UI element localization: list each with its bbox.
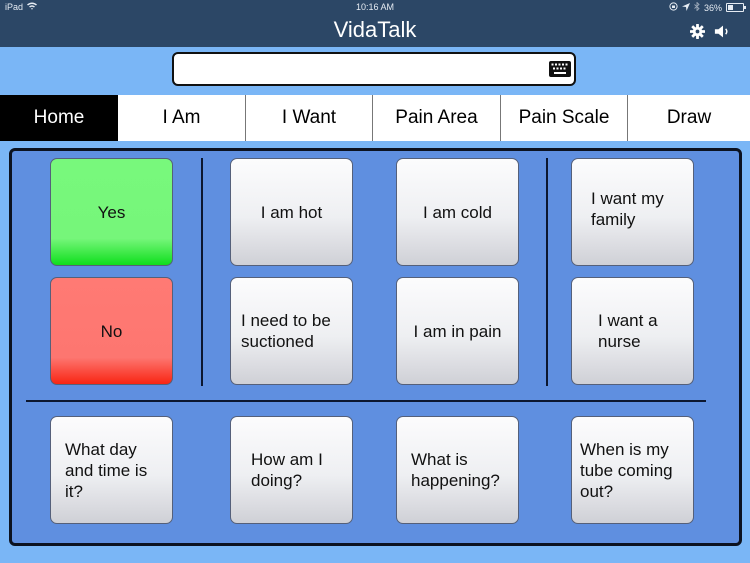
phrase-tile-i-am-cold[interactable]: I am cold bbox=[396, 158, 519, 266]
tile-label: I am cold bbox=[423, 202, 492, 222]
tile-label: When is my tube coming out? bbox=[580, 439, 673, 501]
tile-label: What day and time is it? bbox=[65, 439, 148, 501]
top-bar: iPad 10:16 AM 36% VidaTalk bbox=[0, 0, 750, 47]
battery-icon bbox=[726, 3, 746, 12]
message-input[interactable] bbox=[172, 52, 576, 86]
phrase-tile-want-family[interactable]: I want my family bbox=[571, 158, 694, 266]
tab-draw[interactable]: Draw bbox=[628, 95, 750, 141]
divider-vertical bbox=[546, 158, 548, 386]
phrase-tile-day-time[interactable]: What day and time is it? bbox=[50, 416, 173, 524]
orientation-lock-icon bbox=[669, 2, 678, 13]
phrase-tile-i-am-hot[interactable]: I am hot bbox=[230, 158, 353, 266]
tile-label: I need to be suctioned bbox=[241, 311, 331, 351]
app-title: VidaTalk bbox=[333, 17, 417, 42]
tile-label: I am hot bbox=[260, 202, 323, 222]
keyboard-icon[interactable] bbox=[549, 61, 571, 77]
tab-home[interactable]: Home bbox=[0, 95, 118, 141]
location-icon bbox=[681, 2, 690, 13]
category-tabs: Home I Am I Want Pain Area Pain Scale Dr… bbox=[0, 95, 750, 141]
tile-label: I am in pain bbox=[413, 321, 502, 341]
phrase-tile-what-happening[interactable]: What is happening? bbox=[396, 416, 519, 524]
divider-vertical bbox=[201, 158, 203, 386]
battery-percent: 36% bbox=[703, 2, 722, 13]
yes-button[interactable]: Yes bbox=[50, 158, 173, 266]
tab-i-want[interactable]: I Want bbox=[246, 95, 373, 141]
bluetooth-icon bbox=[694, 1, 700, 13]
phrase-tile-suctioned[interactable]: I need to be suctioned bbox=[230, 277, 353, 385]
tile-label: I want my family bbox=[591, 189, 664, 229]
divider-horizontal bbox=[26, 400, 706, 402]
tile-label: I want a nurse bbox=[598, 311, 658, 351]
tile-label: What is happening? bbox=[411, 450, 500, 490]
phrase-tile-in-pain[interactable]: I am in pain bbox=[396, 277, 519, 385]
tile-label: Yes bbox=[97, 202, 126, 222]
phrase-tile-how-am-i[interactable]: How am I doing? bbox=[230, 416, 353, 524]
phrase-board: Yes No I am hot I am cold I need to be s… bbox=[9, 148, 742, 546]
no-button[interactable]: No bbox=[50, 277, 173, 385]
phrase-tile-tube-out[interactable]: When is my tube coming out? bbox=[571, 416, 694, 524]
gear-icon[interactable] bbox=[688, 22, 706, 40]
speaker-icon[interactable] bbox=[714, 22, 732, 40]
header-actions bbox=[688, 22, 732, 40]
tile-label: How am I doing? bbox=[251, 450, 323, 490]
tab-pain-scale[interactable]: Pain Scale bbox=[501, 95, 628, 141]
tab-pain-area[interactable]: Pain Area bbox=[373, 95, 501, 141]
status-right: 36% bbox=[669, 1, 746, 13]
status-time: 10:16 AM bbox=[355, 2, 395, 12]
tab-i-am[interactable]: I Am bbox=[118, 95, 246, 141]
tile-label: No bbox=[100, 321, 123, 341]
phrase-tile-want-nurse[interactable]: I want a nurse bbox=[571, 277, 694, 385]
